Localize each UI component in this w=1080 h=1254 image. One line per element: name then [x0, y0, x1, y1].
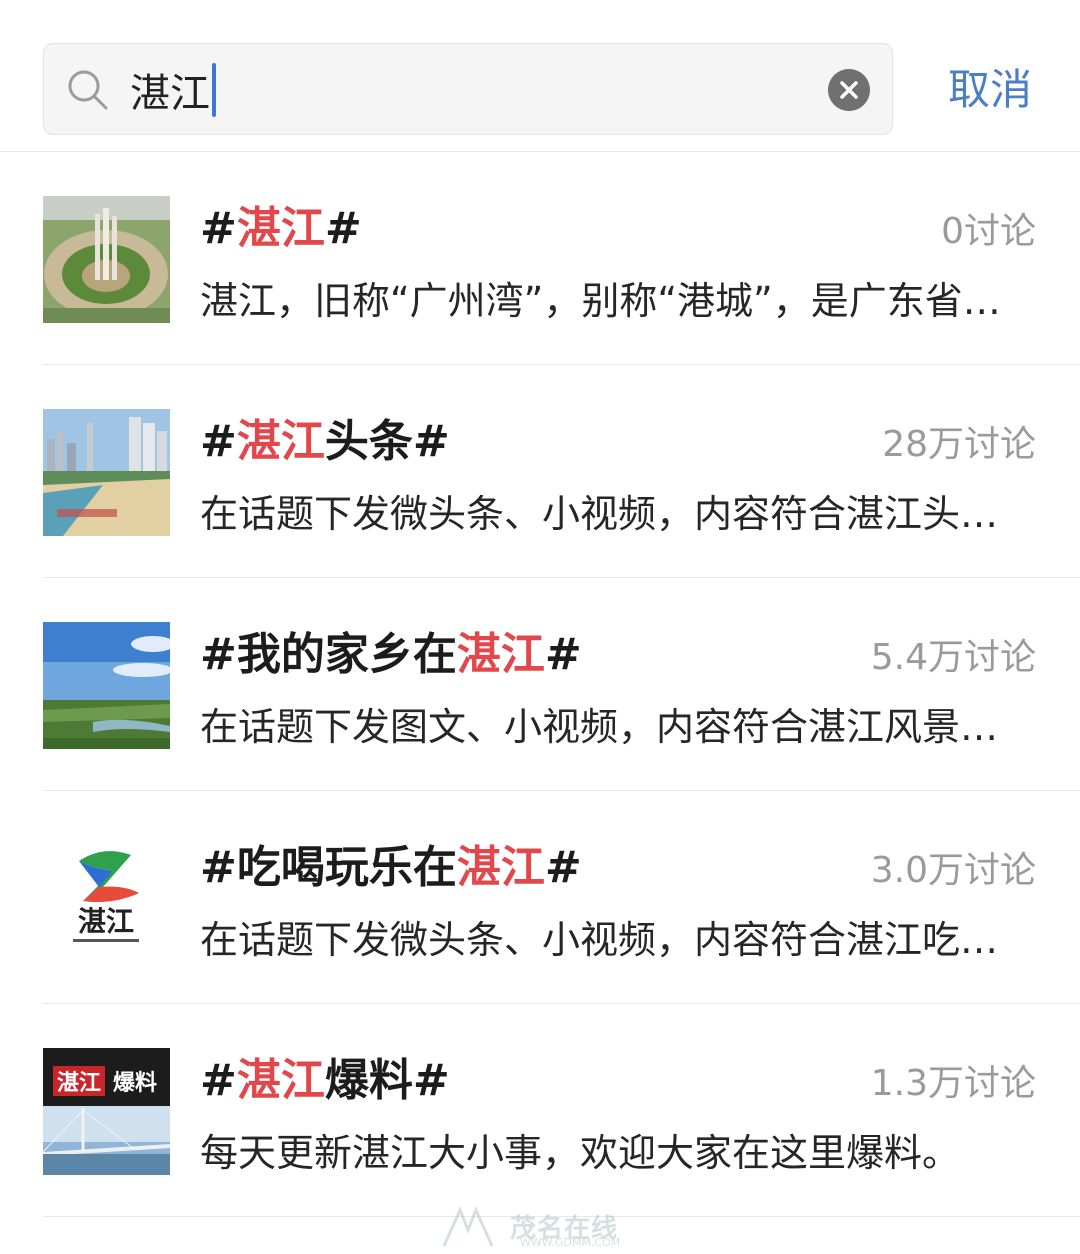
search-icon — [68, 70, 108, 110]
topic-row[interactable]: #湛江头条# 28万讨论 在话题下发微头条、小视频，内容符合湛江头条话题 — [43, 365, 1080, 578]
city-square-monument-image — [43, 196, 170, 323]
clear-icon[interactable] — [828, 69, 870, 111]
highlighted-keyword: 湛江 — [456, 842, 545, 893]
highlighted-keyword: 湛江 — [236, 1055, 325, 1106]
cancel-button[interactable]: 取消 — [930, 58, 1050, 122]
watermark: 茂名在线 WWW.GDMM.COM — [440, 1206, 660, 1250]
topic-title: #湛江爆料# — [200, 1055, 450, 1106]
topic-description: 湛江，旧称“广州湾”，别称“港城”，是广东省地级市 — [200, 279, 1035, 323]
topic-row[interactable]: #我的家乡在湛江# 5.4万讨论 在话题下发图文、小视频，内容符合湛江风景话题 — [43, 578, 1080, 791]
watermark-logo-icon — [442, 1206, 494, 1247]
coastal-city-beach-image — [43, 409, 170, 536]
svg-text:爆料: 爆料 — [113, 1070, 157, 1095]
highlighted-keyword: 湛江 — [236, 203, 325, 254]
svg-text:湛江: 湛江 — [57, 1070, 101, 1095]
discussion-count: 3.0万讨论 — [870, 850, 1036, 891]
discussion-count: 0讨论 — [941, 211, 1036, 252]
topic-title: #湛江头条# — [200, 416, 450, 467]
watermark-url: WWW.GDMM.COM — [520, 1236, 621, 1249]
search-input[interactable]: 湛江 — [130, 60, 216, 120]
search-field[interactable]: 湛江 — [43, 43, 893, 135]
topic-title: #湛江# — [200, 203, 362, 254]
search-query-text: 湛江 — [130, 71, 210, 117]
topic-description: 在话题下发微头条、小视频，内容符合湛江吃喝玩乐话题 — [200, 918, 1035, 962]
topic-row[interactable]: 湛江 爆料 #湛江爆料# 1.3万讨论 每天更新湛江大小事，欢迎大家在这里爆料。 — [43, 1004, 1080, 1217]
bridge-news-banner-image: 湛江 爆料 — [43, 1048, 170, 1175]
topic-description: 每天更新湛江大小事，欢迎大家在这里爆料。 — [200, 1131, 961, 1175]
topic-results-list: #湛江# 0讨论 湛江，旧称“广州湾”，别称“港城”，是广东省地级市 #湛江头条… — [0, 152, 1080, 1217]
search-header: 湛江 取消 — [0, 0, 1080, 152]
topic-description: 在话题下发微头条、小视频，内容符合湛江头条话题 — [200, 492, 1035, 536]
topic-row[interactable]: #湛江# 0讨论 湛江，旧称“广州湾”，别称“港城”，是广东省地级市 — [43, 152, 1080, 365]
discussion-count: 5.4万讨论 — [870, 637, 1036, 678]
zhanjiang-media-logo: 湛江 — [43, 835, 170, 962]
discussion-count: 1.3万讨论 — [870, 1063, 1036, 1104]
topic-description: 在话题下发图文、小视频，内容符合湛江风景话题 — [200, 705, 1035, 749]
topic-row[interactable]: 湛江 #吃喝玩乐在湛江# 3.0万讨论 在话题下发微头条、小视频，内容符合湛江吃… — [43, 791, 1080, 1004]
green-landscape-blue-sky-image — [43, 622, 170, 749]
topic-title: #我的家乡在湛江# — [200, 629, 582, 680]
highlighted-keyword: 湛江 — [236, 416, 325, 467]
text-cursor — [212, 63, 216, 117]
svg-text:湛江: 湛江 — [78, 906, 134, 938]
highlighted-keyword: 湛江 — [456, 629, 545, 680]
topic-title: #吃喝玩乐在湛江# — [200, 842, 582, 893]
discussion-count: 28万讨论 — [882, 424, 1036, 465]
